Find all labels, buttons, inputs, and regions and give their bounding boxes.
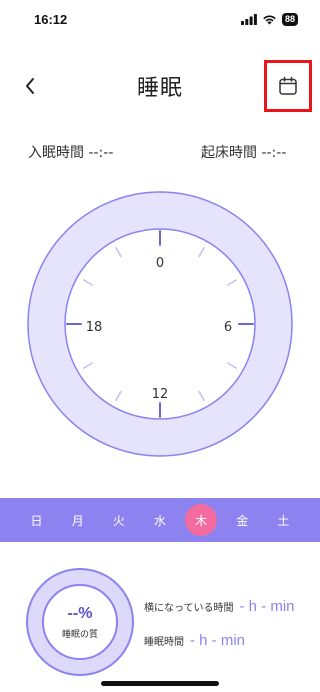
sleep-time-row: 睡眠時間 - h - min (144, 632, 245, 649)
sleep-clock: 0 6 12 18 (27, 191, 293, 457)
weekday-sat[interactable]: 土 (267, 504, 299, 536)
weekday-fri[interactable]: 金 (226, 504, 258, 536)
waketime-label: 起床時間 --:-- (201, 145, 287, 161)
sleep-time-label: 睡眠時間 (144, 637, 184, 648)
status-icons: 88 (240, 12, 298, 26)
sleep-quality-value: --% (67, 604, 93, 622)
sleep-quality-inner: --% 睡眠の質 (42, 584, 118, 660)
status-bar: 16:12 88 (0, 0, 320, 40)
lying-time-row: 横になっている時間 - h - min (144, 598, 295, 615)
clock-label-top: 0 (156, 256, 164, 271)
weekday-sun[interactable]: 日 (21, 504, 53, 536)
clock-label-bottom: 12 (152, 387, 169, 402)
bedtime-label: 入眠時間 --:-- (28, 145, 114, 161)
calendar-button[interactable] (264, 60, 312, 112)
status-time: 16:12 (34, 12, 68, 27)
sleep-quality-ring: --% 睡眠の質 (26, 568, 134, 676)
signal-icon (240, 13, 257, 25)
calendar-icon (279, 76, 297, 95)
weekday-mon[interactable]: 月 (62, 504, 94, 536)
home-indicator (101, 681, 219, 686)
weekday-tue[interactable]: 火 (103, 504, 135, 536)
sleep-quality-label: 睡眠の質 (61, 629, 98, 640)
clock-label-left: 18 (86, 320, 103, 335)
battery-icon: 88 (281, 12, 298, 26)
lying-time-label: 横になっている時間 (144, 603, 234, 614)
lying-time-value: - h - min (239, 598, 295, 615)
weekday-bar: 日 月 火 水 木 金 土 (0, 498, 320, 542)
weekday-wed[interactable]: 水 (144, 504, 176, 536)
sleep-time-value: - h - min (190, 632, 246, 649)
weekday-thu[interactable]: 木 (185, 504, 218, 536)
wifi-icon (263, 14, 276, 24)
clock-label-right: 6 (224, 320, 232, 335)
